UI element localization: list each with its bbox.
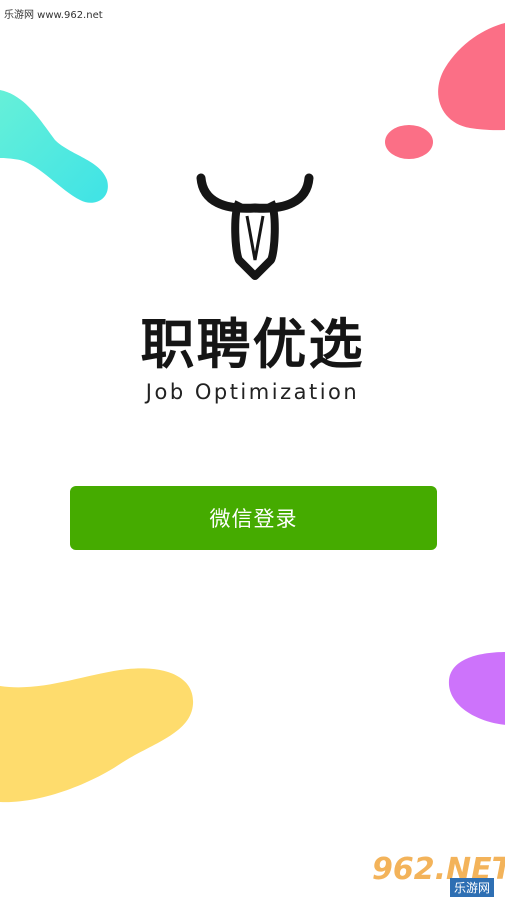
pink-blob-large (438, 23, 505, 131)
bull-tie-logo (196, 173, 314, 280)
bottom-watermark: 962.NET 乐游网 (366, 852, 505, 897)
wechat-login-button[interactable]: 微信登录 (70, 486, 437, 550)
pink-blob-small (385, 125, 433, 159)
app-name-en: Job Optimization (145, 380, 360, 404)
teal-blob (0, 90, 108, 203)
yellow-blob (0, 668, 194, 803)
watermark-sub-text: 乐游网 (449, 878, 494, 897)
app-name-cn: 职聘优选 (140, 313, 365, 376)
top-watermark: 乐游网 www.962.net (4, 10, 103, 21)
purple-blob (448, 652, 505, 725)
